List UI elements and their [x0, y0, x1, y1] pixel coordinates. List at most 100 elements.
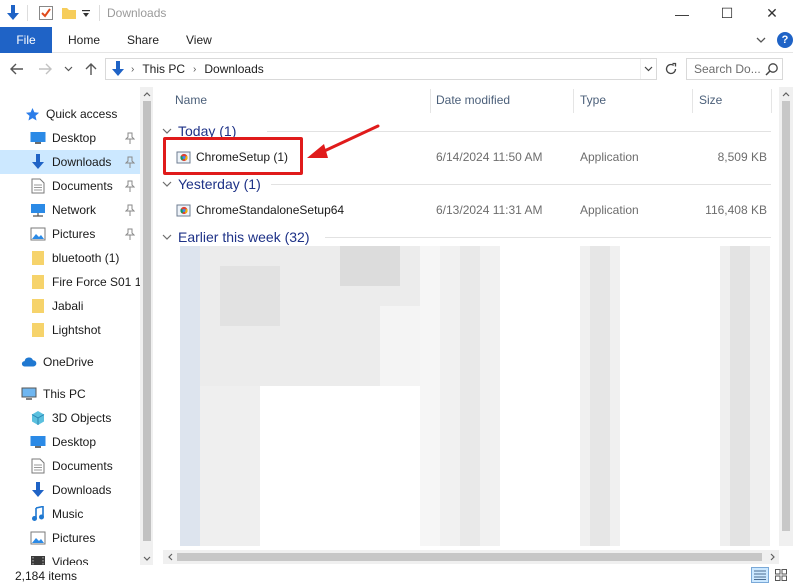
minimize-button[interactable]: — — [659, 0, 705, 27]
pin-icon[interactable] — [124, 156, 136, 168]
details-view-button[interactable] — [751, 567, 769, 583]
sidebar-item-label: bluetooth (1) — [52, 251, 120, 265]
sidebar-item-label: Lightshot — [52, 323, 101, 337]
sidebar-item-onedrive[interactable]: OneDrive — [0, 350, 140, 374]
sidebar-item-label: Quick access — [46, 107, 118, 121]
column-header-type[interactable]: Type — [574, 87, 692, 113]
column-header-name[interactable]: Name — [169, 87, 429, 113]
pin-icon[interactable] — [124, 228, 136, 240]
sidebar-item-pc-downloads[interactable]: Downloads — [0, 478, 140, 502]
recent-locations-button[interactable] — [62, 59, 74, 79]
details-view-icon — [754, 570, 766, 580]
blurred-file-rows — [180, 246, 770, 546]
breadcrumb-separator-icon[interactable]: › — [131, 64, 134, 75]
scrollbar-thumb[interactable] — [177, 553, 762, 561]
search-input[interactable] — [687, 59, 767, 79]
download-arrow-icon[interactable] — [4, 4, 22, 22]
scroll-right-icon[interactable] — [765, 550, 779, 564]
sidebar-item-bluetooth[interactable]: bluetooth (1) — [0, 246, 140, 270]
breadcrumb-this-pc[interactable]: This PC — [142, 62, 185, 76]
address-dropdown-icon[interactable] — [640, 59, 656, 79]
sidebar-item-label: Pictures — [52, 531, 96, 545]
breadcrumb-separator-icon[interactable]: › — [193, 64, 196, 75]
sidebar-item-3d-objects[interactable]: 3D Objects — [0, 406, 140, 430]
sidebar-item-label: Desktop — [52, 435, 97, 449]
folder-icon — [30, 298, 46, 314]
address-bar[interactable]: › This PC › Downloads — [105, 58, 657, 80]
sidebar-item-lightshot[interactable]: Lightshot — [0, 318, 140, 342]
expand-ribbon-icon[interactable] — [753, 32, 769, 48]
documents-icon — [30, 458, 46, 474]
sidebar-item-label: Downloads — [52, 155, 112, 169]
search-box[interactable] — [686, 58, 783, 80]
sidebar-item-jabali[interactable]: Jabali — [0, 294, 140, 318]
scrollbar-thumb[interactable] — [782, 101, 790, 531]
close-icon: ✕ — [766, 5, 778, 21]
sidebar-item-label: Pictures — [52, 227, 96, 241]
sidebar-item-label: Network — [52, 203, 97, 217]
sidebar-item-desktop[interactable]: Desktop — [0, 126, 140, 150]
scroll-up-icon[interactable] — [779, 87, 793, 101]
breadcrumb-downloads[interactable]: Downloads — [204, 62, 263, 76]
tab-share[interactable]: Share — [127, 27, 159, 53]
group-header-yesterday[interactable]: Yesterday (1) — [162, 173, 261, 195]
sidebar-item-label: Downloads — [52, 483, 112, 497]
folder-icon — [30, 322, 46, 338]
close-button[interactable]: ✕ — [749, 0, 793, 27]
sidebar-scrollbar[interactable] — [140, 87, 153, 565]
maximize-icon: ☐ — [720, 5, 734, 21]
sidebar-item-music[interactable]: Music — [0, 502, 140, 526]
help-icon[interactable]: ? — [777, 32, 793, 48]
table-row[interactable]: ChromeStandaloneSetup64 6/13/2024 11:31 … — [157, 197, 779, 223]
scroll-left-icon[interactable] — [163, 550, 177, 564]
file-size: 116,408 KB — [705, 203, 767, 217]
sidebar-item-documents[interactable]: Documents — [0, 174, 140, 198]
back-button[interactable] — [8, 59, 26, 79]
sidebar-item-label: Fire Force S01 10 — [52, 275, 140, 289]
tab-home[interactable]: Home — [68, 27, 100, 53]
application-installer-icon — [176, 202, 192, 218]
pin-icon[interactable] — [124, 204, 136, 216]
properties-icon[interactable] — [37, 4, 55, 22]
sidebar-item-pc-pictures[interactable]: Pictures — [0, 526, 140, 550]
maximize-button[interactable]: ☐ — [704, 0, 750, 27]
scrollbar-thumb[interactable] — [143, 101, 151, 541]
column-header-date[interactable]: Date modified — [430, 87, 573, 113]
up-button[interactable] — [82, 59, 100, 79]
group-header-earlier-this-week[interactable]: Earlier this week (32) — [162, 226, 310, 248]
pin-icon[interactable] — [124, 180, 136, 192]
sidebar-item-downloads[interactable]: Downloads — [0, 150, 140, 174]
sidebar-item-pc-documents[interactable]: Documents — [0, 454, 140, 478]
refresh-button[interactable] — [661, 59, 681, 79]
group-divider — [325, 237, 771, 238]
sidebar-item-label: Documents — [52, 459, 113, 473]
scroll-up-icon[interactable] — [140, 87, 153, 101]
file-list-vertical-scrollbar[interactable] — [779, 87, 793, 546]
tab-view[interactable]: View — [186, 27, 212, 53]
sidebar-item-videos[interactable]: Videos — [0, 550, 140, 565]
pin-icon[interactable] — [124, 132, 136, 144]
chevron-down-icon — [162, 126, 172, 137]
column-divider[interactable] — [771, 89, 772, 113]
file-name-cell: ChromeStandaloneSetup64 — [176, 197, 344, 223]
file-type: Application — [580, 150, 639, 164]
tab-file[interactable]: File — [0, 27, 52, 53]
large-icons-view-button[interactable] — [772, 567, 790, 583]
scroll-down-icon[interactable] — [140, 551, 153, 565]
group-divider — [271, 184, 771, 185]
forward-button[interactable] — [36, 59, 54, 79]
search-icon[interactable] — [765, 62, 779, 76]
sidebar-item-this-pc[interactable]: This PC — [0, 382, 140, 406]
download-arrow-icon — [109, 60, 127, 78]
file-list-horizontal-scrollbar[interactable] — [163, 550, 779, 564]
sidebar-item-fire-force[interactable]: Fire Force S01 10 — [0, 270, 140, 294]
new-folder-icon[interactable] — [60, 4, 78, 22]
column-header-size[interactable]: Size — [693, 87, 771, 113]
sidebar-item-pictures[interactable]: Pictures — [0, 222, 140, 246]
sidebar-item-quick-access[interactable]: Quick access — [0, 102, 140, 126]
sidebar-item-pc-desktop[interactable]: Desktop — [0, 430, 140, 454]
customize-toolbar-icon[interactable] — [80, 4, 92, 22]
sidebar-item-network[interactable]: Network — [0, 198, 140, 222]
annotation-arrow-icon — [307, 124, 380, 158]
sidebar-item-label: OneDrive — [43, 355, 94, 369]
